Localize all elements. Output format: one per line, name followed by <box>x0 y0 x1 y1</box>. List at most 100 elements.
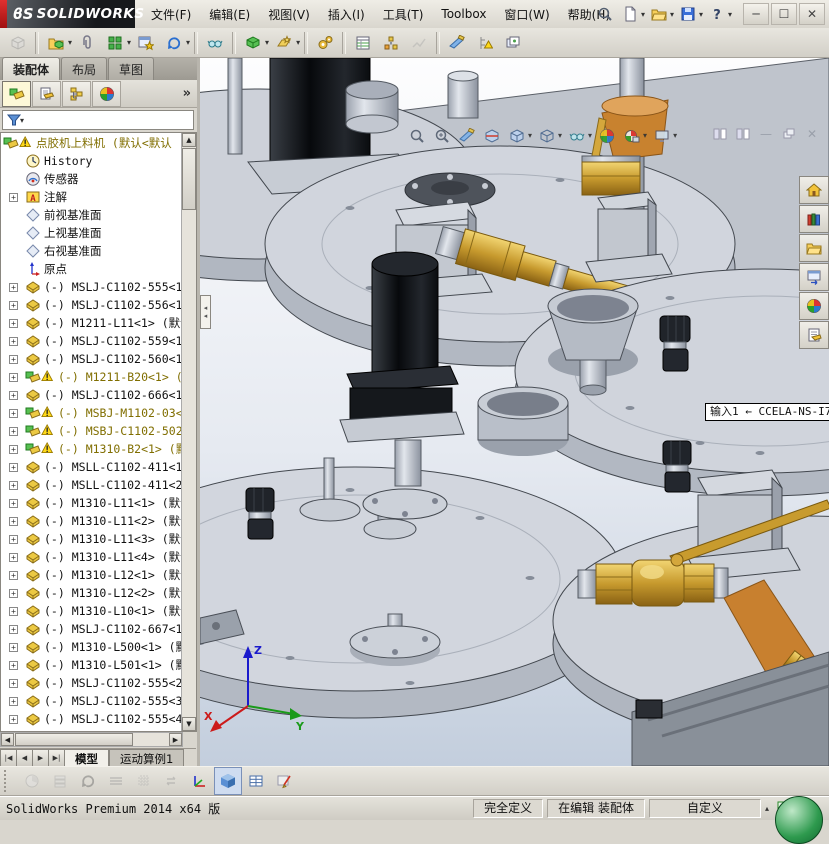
tree-item[interactable]: +(-) MSLJ-C1102-559<1> ( <box>1 332 183 350</box>
menu-insert[interactable]: 插入(I) <box>319 2 374 27</box>
filter-caret-icon[interactable]: ▾ <box>20 116 24 125</box>
zoom-to-fit-button[interactable] <box>405 124 428 147</box>
open-file-button[interactable] <box>647 2 671 26</box>
menu-file[interactable]: 文件(F) <box>142 2 200 27</box>
expand-icon[interactable]: + <box>9 409 18 418</box>
tree-item[interactable]: +(-) MSLJ-C1102-555<3> ( <box>1 692 183 710</box>
display-style-button[interactable] <box>535 124 558 147</box>
tree-item[interactable]: +(-) M1211-B20<1> (默 <box>1 368 183 386</box>
tree-item[interactable]: +(-) M1310-L11<2> (默认< <box>1 512 183 530</box>
expand-icon[interactable]: + <box>9 571 18 580</box>
toolbar-drag-handle[interactable] <box>4 770 12 792</box>
move-component-button[interactable] <box>160 29 188 57</box>
tree-item[interactable]: +(-) MSLJ-C1102-667<1> ( <box>1 620 183 638</box>
tree-filter-bar[interactable]: ▾ <box>2 110 194 130</box>
menu-window[interactable]: 窗口(W) <box>495 2 558 27</box>
shaded-view-button[interactable] <box>214 767 242 795</box>
tree-item[interactable]: 右视基准面 <box>1 242 183 260</box>
solidworks-resources-tab[interactable] <box>799 176 829 204</box>
expand-icon[interactable]: + <box>9 301 18 310</box>
section-tool-button[interactable] <box>455 124 478 147</box>
new-file-button[interactable] <box>618 2 642 26</box>
appearances-scenes-tab[interactable] <box>799 292 829 320</box>
menu-edit[interactable]: 编辑(E) <box>200 2 259 27</box>
axes-display-button[interactable] <box>186 767 214 795</box>
expand-icon[interactable]: + <box>9 589 18 598</box>
tree-item[interactable]: +(-) MSLJ-C1102-560<1> ( <box>1 350 183 368</box>
pane-right-button[interactable] <box>734 126 752 141</box>
tree-item[interactable]: +(-) M1310-L11<1> (默认< <box>1 494 183 512</box>
tab-motion-study-1[interactable]: 运动算例1 <box>109 749 184 767</box>
status-custom[interactable]: 自定义 <box>649 799 761 818</box>
tab-layout[interactable]: 布局 <box>61 57 107 80</box>
tree-item[interactable]: +(-) MSBJ-M1102-03<1> <box>1 404 183 422</box>
scroll-left-button[interactable]: ◀ <box>1 733 14 746</box>
expand-icon[interactable]: + <box>9 715 18 724</box>
next-tab-button[interactable]: ▶ <box>32 749 49 767</box>
tree-item[interactable]: History <box>1 152 183 170</box>
design-library-tab[interactable] <box>799 205 829 233</box>
expand-icon[interactable]: + <box>9 499 18 508</box>
view-settings-button[interactable] <box>650 124 673 147</box>
new-motion-study-button[interactable] <box>311 29 339 57</box>
expand-icon[interactable]: + <box>9 661 18 670</box>
expand-icon[interactable]: + <box>9 337 18 346</box>
tree-item[interactable]: 传感器 <box>1 170 183 188</box>
tree-horizontal-scrollbar[interactable]: ◀ ▶ <box>0 732 183 747</box>
save-button[interactable] <box>676 2 700 26</box>
status-caret-icon[interactable]: ▴ <box>765 804 769 813</box>
expand-icon[interactable]: + <box>9 391 18 400</box>
design-table-button[interactable] <box>242 767 270 795</box>
menu-tools[interactable]: 工具(T) <box>374 2 433 27</box>
first-tab-button[interactable]: |◀ <box>0 749 17 767</box>
mate-button[interactable] <box>73 29 101 57</box>
tree-item[interactable]: +(-) MSBJ-C1102-502<1 <box>1 422 183 440</box>
tab-sketch[interactable]: 草图 <box>108 57 154 80</box>
maximize-button[interactable]: ☐ <box>771 3 797 25</box>
update-references-button[interactable] <box>471 29 499 57</box>
assembly-features-button-dropdown[interactable]: ▾ <box>265 38 269 47</box>
tree-item[interactable]: +(-) M1211-L11<1> (默认< <box>1 314 183 332</box>
propertymanager-tab[interactable] <box>32 81 61 107</box>
expand-icon[interactable]: + <box>9 607 18 616</box>
zoom-to-area-button[interactable] <box>430 124 453 147</box>
close-button[interactable]: ✕ <box>799 3 825 25</box>
tree-item[interactable]: +(-) MSLJ-C1102-555<1> ( <box>1 278 183 296</box>
linear-pattern-button-dropdown[interactable]: ▾ <box>127 38 131 47</box>
custom-properties-tab[interactable] <box>799 321 829 349</box>
sketch-annotation-button[interactable] <box>270 767 298 795</box>
apply-scene-button[interactable] <box>620 124 643 147</box>
hscroll-thumb[interactable] <box>15 733 133 746</box>
expand-icon[interactable]: + <box>9 319 18 328</box>
expand-icon[interactable]: + <box>9 427 18 436</box>
hide-show-items-button-dropdown[interactable]: ▾ <box>588 131 592 140</box>
doc-restore-button[interactable] <box>780 126 798 141</box>
expand-icon[interactable]: + <box>9 463 18 472</box>
tree-item[interactable]: 前视基准面 <box>1 206 183 224</box>
menu-toolbox[interactable]: Toolbox <box>432 3 495 25</box>
tree-item[interactable]: +(-) MSLJ-C1102-555<2> ( <box>1 674 183 692</box>
open-file-button-dropdown[interactable]: ▾ <box>670 10 674 19</box>
expand-icon[interactable]: + <box>9 643 18 652</box>
pane-left-button[interactable] <box>711 126 729 141</box>
tree-vertical-scrollbar[interactable]: ▲ ▼ <box>181 133 196 731</box>
save-button-dropdown[interactable]: ▾ <box>699 10 703 19</box>
help-button-dropdown[interactable]: ▾ <box>728 10 732 19</box>
tree-item[interactable]: +A注解 <box>1 188 183 206</box>
last-tab-button[interactable]: ▶| <box>48 749 65 767</box>
expand-icon[interactable]: + <box>9 697 18 706</box>
featuremanager-tree-tab[interactable] <box>2 81 31 107</box>
section-view-button[interactable] <box>480 124 503 147</box>
panel-splitter-handle[interactable]: ◂◂ <box>200 295 211 329</box>
tree-item[interactable]: 上视基准面 <box>1 224 183 242</box>
tab-assembly[interactable]: 装配体 <box>2 57 60 80</box>
expand-icon[interactable]: + <box>9 355 18 364</box>
tree-item[interactable]: 原点 <box>1 260 183 278</box>
displaymanager-tab[interactable] <box>92 81 121 107</box>
expand-icon[interactable]: + <box>9 373 18 382</box>
tree-item[interactable]: +(-) M1310-L12<1> (默认< <box>1 566 183 584</box>
tree-item[interactable]: +(-) M1310-B2<1> (默认 <box>1 440 183 458</box>
tree-item[interactable]: +(-) M1310-L11<3> (默认< <box>1 530 183 548</box>
graphics-area[interactable]: Z X Y ▾▾▾▾▾ —✕ 输入1 ← CCELA-NS-I7<1> <box>200 58 829 766</box>
view-palette-tab[interactable] <box>799 263 829 291</box>
